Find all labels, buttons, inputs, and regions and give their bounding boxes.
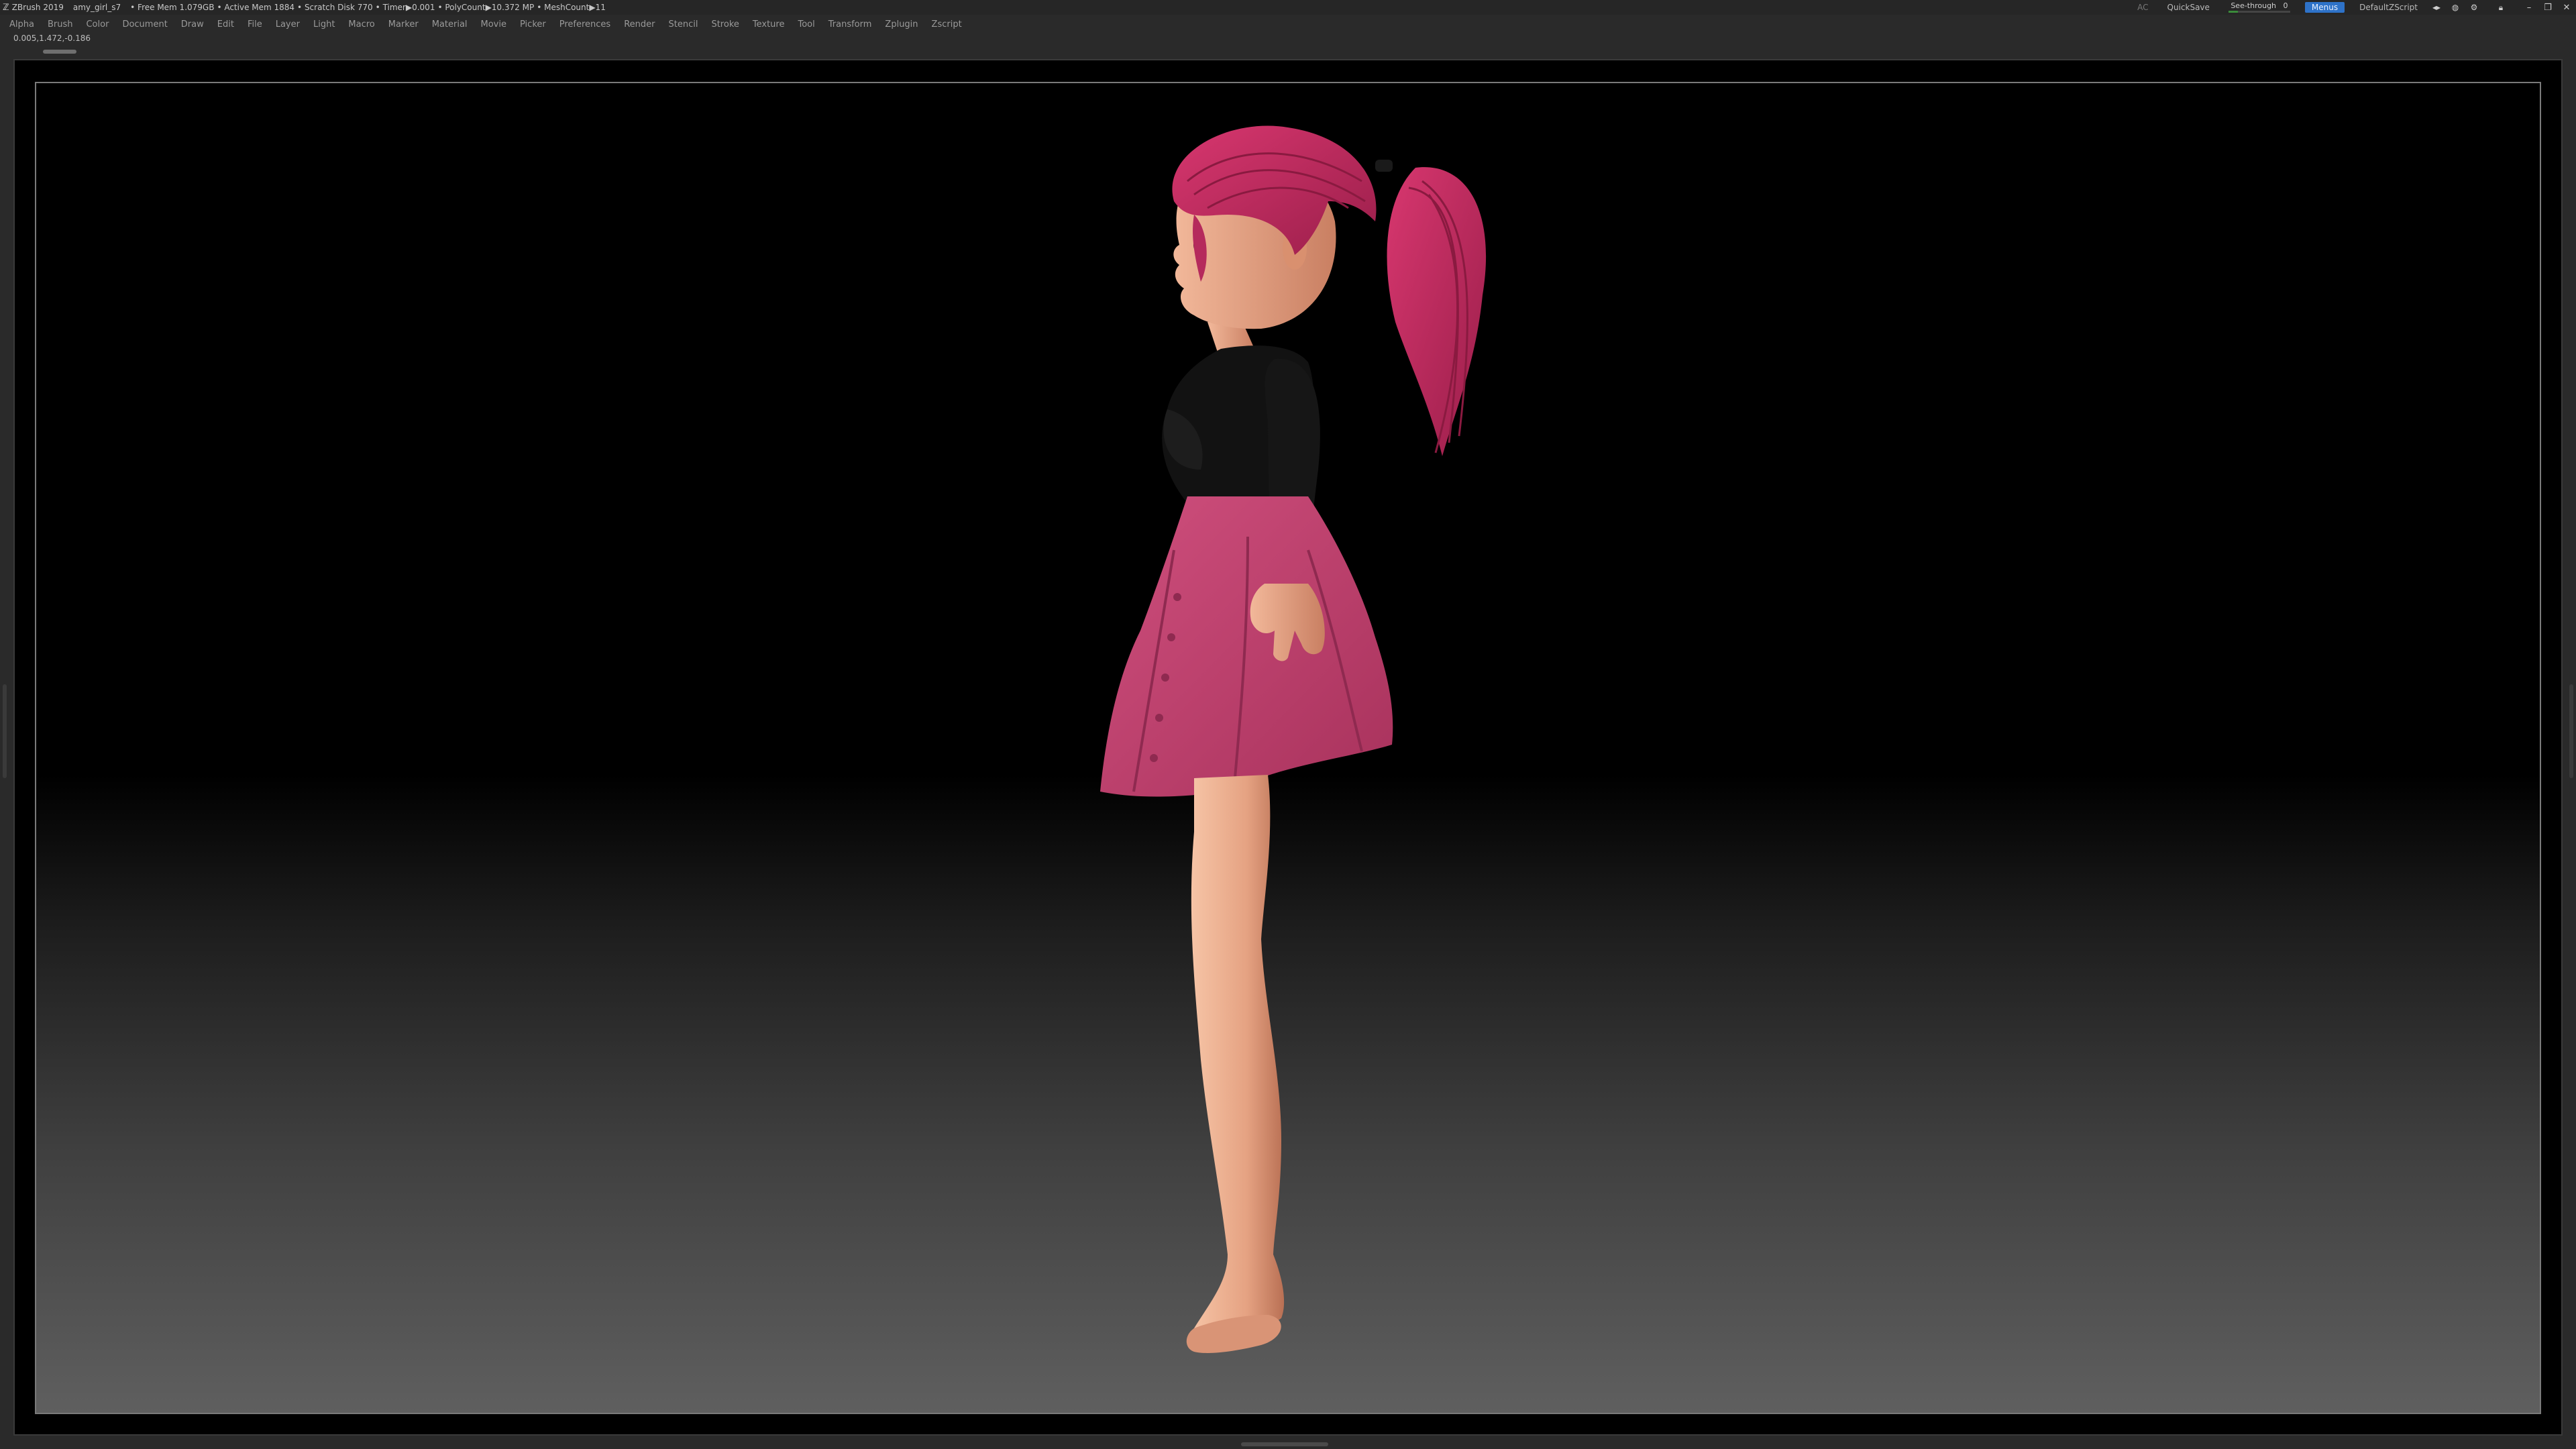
right-tray-grip[interactable] (2569, 684, 2573, 778)
settings-icon[interactable]: ⚙ (2466, 3, 2482, 12)
character-model[interactable] (1093, 121, 1536, 1395)
stat-polycount: • PolyCount▶10.372 MP (437, 3, 535, 12)
ac-button[interactable]: AC (2137, 3, 2148, 12)
menu-texture[interactable]: Texture (753, 19, 785, 30)
main-menu-bar: Alpha Brush Color Document Draw Edit Fil… (0, 16, 2576, 32)
skirt-button (1150, 754, 1158, 762)
menu-draw[interactable]: Draw (181, 19, 204, 30)
close-icon[interactable]: ✕ (2557, 3, 2576, 13)
menu-stencil[interactable]: Stencil (668, 19, 698, 30)
stat-meshcount: • MeshCount▶11 (537, 3, 606, 12)
left-tray-grip[interactable] (3, 684, 7, 778)
menu-macro[interactable]: Macro (348, 19, 374, 30)
menu-stroke[interactable]: Stroke (711, 19, 739, 30)
stat-active-mem: • Active Mem 1884 (217, 3, 295, 12)
ponytail (1387, 167, 1487, 456)
skirt-button (1167, 633, 1175, 641)
see-through-slider[interactable]: See-through 0 (2228, 1, 2290, 13)
menu-transform[interactable]: Transform (828, 19, 872, 30)
menu-file[interactable]: File (248, 19, 262, 30)
menu-picker[interactable]: Picker (520, 19, 546, 30)
menu-edit[interactable]: Edit (217, 19, 234, 30)
palette-icon[interactable]: ◍ (2447, 3, 2463, 12)
see-through-label: See-through (2231, 1, 2277, 10)
skirt-button (1173, 593, 1181, 601)
title-bar: ℤ ZBrush 2019 amy_girl_s7 • Free Mem 1.0… (0, 0, 2576, 15)
default-zscript-button[interactable]: DefaultZScript (2359, 3, 2418, 12)
lock-icon[interactable]: 🔒︎ (2493, 3, 2509, 13)
app-name: ZBrush 2019 (11, 3, 64, 12)
document-name: amy_girl_s7 (72, 3, 121, 12)
stat-timer: • Timer▶0.001 (375, 3, 435, 12)
menu-zplugin[interactable]: Zplugin (885, 19, 918, 30)
skirt-button (1155, 714, 1163, 722)
title-bar-controls: AC QuickSave See-through 0 Menus Default… (2128, 0, 2576, 15)
stat-free-mem: • Free Mem 1.079GB (130, 3, 215, 12)
menu-material[interactable]: Material (432, 19, 468, 30)
menu-preferences[interactable]: Preferences (559, 19, 610, 30)
bottom-tray-grip[interactable] (1241, 1442, 1328, 1446)
menu-marker[interactable]: Marker (388, 19, 419, 30)
z-logo-icon[interactable]: ℤ (3, 3, 9, 13)
help-icon[interactable]: ◂▸ (2428, 3, 2445, 12)
see-through-fill (2228, 11, 2238, 13)
leg (1191, 775, 1285, 1346)
minimize-icon[interactable]: – (2520, 3, 2538, 13)
title-bar-info: ℤ ZBrush 2019 amy_girl_s7 • Free Mem 1.0… (0, 3, 2128, 13)
menu-zscript[interactable]: Zscript (932, 19, 962, 30)
tray-scroll-handle[interactable] (43, 50, 76, 54)
menu-render[interactable]: Render (624, 19, 655, 30)
menu-color[interactable]: Color (86, 19, 109, 30)
restore-icon[interactable]: ❐ (2538, 3, 2557, 13)
stat-scratch-disk: • Scratch Disk 770 (297, 3, 373, 12)
menu-movie[interactable]: Movie (481, 19, 506, 30)
menu-brush[interactable]: Brush (48, 19, 73, 30)
menu-document[interactable]: Document (122, 19, 167, 30)
quicksave-button[interactable]: QuickSave (2167, 3, 2210, 12)
menu-alpha[interactable]: Alpha (9, 19, 34, 30)
menu-tool[interactable]: Tool (798, 19, 814, 30)
menu-light[interactable]: Light (313, 19, 335, 30)
see-through-value: 0 (2283, 1, 2288, 10)
skirt-button (1161, 674, 1169, 682)
menus-toggle-button[interactable]: Menus (2304, 2, 2345, 13)
hair-tie (1375, 160, 1393, 172)
menu-layer[interactable]: Layer (276, 19, 300, 30)
coordinate-readout: 0.005,1.472,-0.186 (13, 34, 91, 43)
